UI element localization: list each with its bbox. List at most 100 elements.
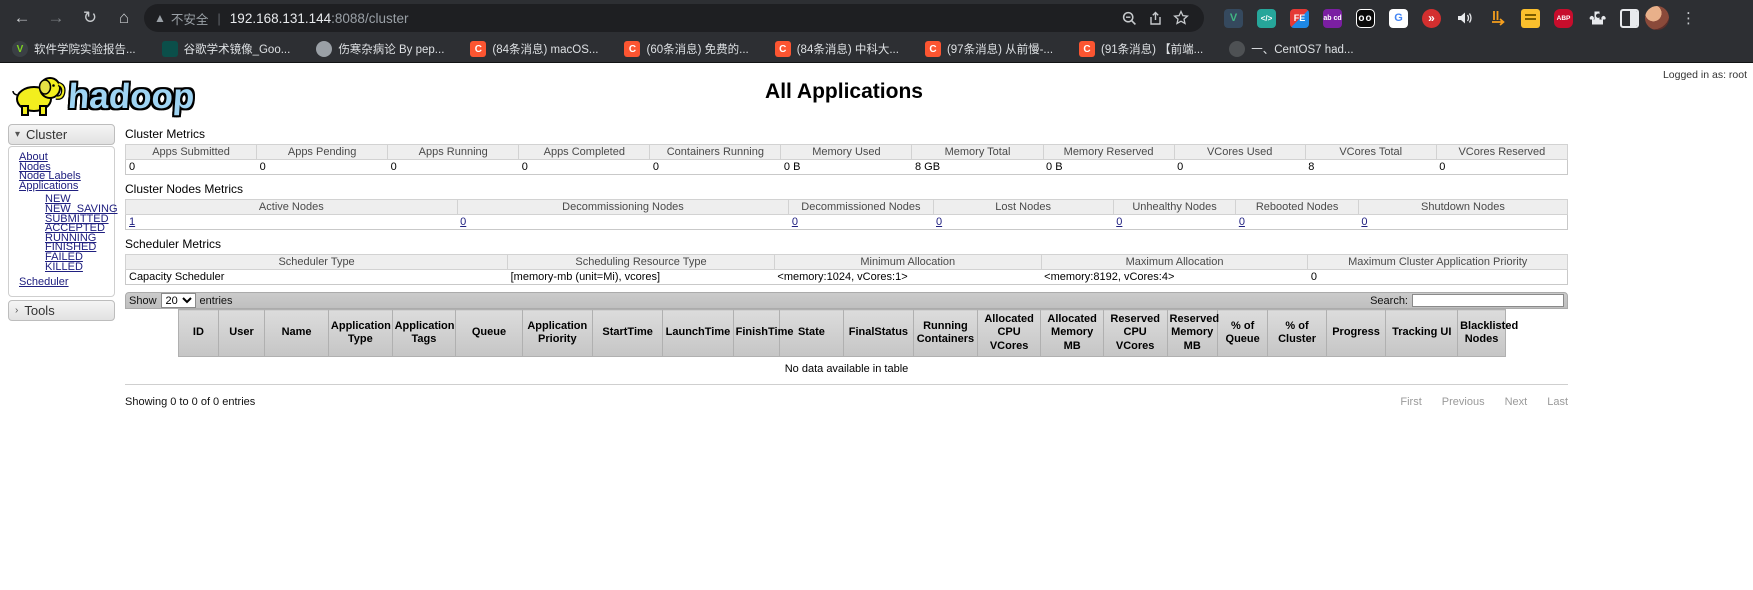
applications-table-wrap: IDUserNameApplication TypeApplication Ta… bbox=[178, 309, 1506, 357]
reload-icon[interactable]: ↻ bbox=[76, 4, 104, 32]
logged-in-as: Logged in as: root bbox=[1663, 69, 1747, 81]
contrast-extension-icon[interactable] bbox=[1620, 9, 1639, 28]
applications-column-header[interactable]: Reserved Memory MB bbox=[1167, 310, 1217, 357]
node-count-link[interactable]: 0 bbox=[792, 216, 798, 228]
node-count-link[interactable]: 0 bbox=[1239, 216, 1245, 228]
sidebar-link-scheduler[interactable]: Scheduler bbox=[19, 278, 110, 288]
profile-avatar[interactable] bbox=[1645, 6, 1669, 30]
applications-column-header[interactable]: Allocated Memory MB bbox=[1041, 310, 1103, 357]
vue-devtools-extension-icon[interactable]: V bbox=[1224, 9, 1243, 28]
page-size-select[interactable]: 20 bbox=[161, 293, 196, 308]
applications-column-header[interactable]: ID bbox=[179, 310, 219, 357]
metrics-header-cell: Scheduling Resource Type bbox=[508, 255, 775, 270]
metrics-value-cell: 0 bbox=[1308, 270, 1568, 285]
bookmark-item[interactable]: 谷歌学术镜像_Goo... bbox=[162, 41, 291, 57]
google-translate-extension-icon[interactable]: G bbox=[1389, 9, 1408, 28]
adblock-plus-extension-icon[interactable]: ABP bbox=[1554, 9, 1573, 28]
metrics-value-cell: 0 bbox=[126, 160, 257, 175]
applications-column-header[interactable]: StartTime bbox=[592, 310, 662, 357]
notes-extension-icon[interactable] bbox=[1521, 9, 1540, 28]
reader-arrow-extension-icon[interactable] bbox=[1488, 9, 1507, 28]
applications-column-header[interactable]: Allocated CPU VCores bbox=[977, 310, 1041, 357]
sidebar-app-state-link[interactable]: KILLED bbox=[45, 263, 110, 273]
node-count-link[interactable]: 1 bbox=[129, 216, 135, 228]
bookmark-item[interactable]: C (91条消息) 【前端... bbox=[1079, 41, 1203, 57]
bookmark-favicon: C bbox=[470, 41, 486, 57]
cluster-metrics-table: Apps SubmittedApps PendingApps RunningAp… bbox=[125, 144, 1568, 175]
node-count-link[interactable]: 0 bbox=[460, 216, 466, 228]
applications-column-header[interactable]: Progress bbox=[1326, 310, 1386, 357]
video-speed-extension-icon[interactable]: » bbox=[1422, 9, 1441, 28]
code-extension-icon[interactable]: </> bbox=[1257, 9, 1276, 28]
browser-chrome: ← → ↻ ⌂ ▲ 不安全 | 192.168.131.144 :8088/cl… bbox=[0, 0, 1753, 63]
node-count-link[interactable]: 0 bbox=[1361, 216, 1367, 228]
applications-column-header[interactable]: LaunchTime bbox=[663, 310, 733, 357]
word-grid-extension-icon[interactable]: ab cd bbox=[1323, 9, 1342, 28]
applications-column-header[interactable]: Reserved CPU VCores bbox=[1103, 310, 1167, 357]
back-icon[interactable]: ← bbox=[8, 4, 36, 32]
node-count-link[interactable]: 0 bbox=[1116, 216, 1122, 228]
bookmark-item[interactable]: 一、CentOS7 had... bbox=[1229, 41, 1353, 57]
applications-column-header[interactable]: FinalStatus bbox=[843, 310, 913, 357]
bookmark-item[interactable]: C (84条消息) macOS... bbox=[470, 41, 598, 57]
metrics-value-cell: 0 bbox=[1174, 160, 1305, 175]
home-icon[interactable]: ⌂ bbox=[110, 4, 138, 32]
scheduler-metrics-title: Scheduler Metrics bbox=[125, 237, 1568, 251]
not-secure-warning-icon[interactable]: ▲ bbox=[154, 11, 166, 25]
applications-column-header[interactable]: Application Tags bbox=[392, 310, 456, 357]
browser-menu-icon[interactable]: ⋮ bbox=[1675, 9, 1702, 27]
applications-column-header[interactable]: Name bbox=[265, 310, 329, 357]
metrics-value-cell: 8 bbox=[1305, 160, 1436, 175]
applications-column-header[interactable]: % of Cluster bbox=[1268, 310, 1326, 357]
cluster-nodes-metrics-table: Active NodesDecommissioning NodesDecommi… bbox=[125, 199, 1568, 230]
pagination-button[interactable]: Last bbox=[1547, 396, 1568, 408]
sidebar-section-tools[interactable]: › Tools bbox=[8, 300, 115, 321]
pagination-button[interactable]: Previous bbox=[1442, 396, 1485, 408]
metrics-value-cell: 1 bbox=[126, 215, 458, 230]
sidebar-section-cluster[interactable]: ▾ Cluster bbox=[8, 124, 115, 145]
metrics-value-cell: 8 GB bbox=[912, 160, 1043, 175]
share-icon[interactable] bbox=[1142, 5, 1168, 31]
metrics-header-cell: Memory Reserved bbox=[1043, 145, 1174, 160]
applications-column-header[interactable]: Running Containers bbox=[914, 310, 978, 357]
applications-column-header[interactable]: Application Priority bbox=[522, 310, 592, 357]
metrics-value-cell: 0 bbox=[388, 160, 519, 175]
bookmark-item[interactable]: 伤寒杂病论 By pep... bbox=[316, 41, 444, 57]
extensions-puzzle-icon[interactable] bbox=[1587, 9, 1606, 28]
metrics-header-cell: Memory Total bbox=[912, 145, 1043, 160]
applications-column-header[interactable]: User bbox=[218, 310, 264, 357]
pagination-button[interactable]: First bbox=[1400, 396, 1421, 408]
applications-column-header[interactable]: Application Type bbox=[328, 310, 392, 357]
forward-icon[interactable]: → bbox=[42, 4, 70, 32]
metrics-value-cell: 0 bbox=[257, 160, 388, 175]
applications-column-header[interactable]: Tracking UI bbox=[1386, 310, 1458, 357]
bookmark-favicon: C bbox=[1079, 41, 1095, 57]
bookmark-label: (60条消息) 免费的... bbox=[646, 41, 748, 57]
search-input[interactable] bbox=[1412, 294, 1564, 307]
volume-icon[interactable] bbox=[1455, 9, 1474, 28]
metrics-value-cell: 0 bbox=[457, 215, 789, 230]
bookmark-item[interactable]: C (60条消息) 免费的... bbox=[624, 41, 748, 57]
address-bar[interactable]: ▲ 不安全 | 192.168.131.144 :8088/cluster bbox=[144, 4, 1204, 32]
sidebar: ▾ Cluster AboutNodesNode LabelsApplicati… bbox=[8, 124, 115, 321]
metrics-value-cell: 0 B bbox=[781, 160, 912, 175]
zoom-out-icon[interactable] bbox=[1116, 5, 1142, 31]
applications-column-header[interactable]: FinishTime bbox=[733, 310, 779, 357]
applications-column-header[interactable]: Blacklisted Nodes bbox=[1458, 310, 1506, 357]
metrics-header-cell: Apps Submitted bbox=[126, 145, 257, 160]
fe-extension-icon[interactable]: FE bbox=[1290, 9, 1309, 28]
metrics-header-cell: Decommissioning Nodes bbox=[457, 200, 789, 215]
bookmark-item[interactable]: C (97条消息) 从前慢-... bbox=[925, 41, 1053, 57]
bookmark-label: 一、CentOS7 had... bbox=[1251, 41, 1353, 57]
bookmark-star-icon[interactable] bbox=[1168, 5, 1194, 31]
oo-extension-icon[interactable]: oo bbox=[1356, 9, 1375, 28]
bookmark-item[interactable]: C (84条消息) 中科大... bbox=[775, 41, 899, 57]
pagination-button[interactable]: Next bbox=[1505, 396, 1528, 408]
metrics-header-cell: Maximum Cluster Application Priority bbox=[1308, 255, 1568, 270]
sidebar-link[interactable]: Applications bbox=[19, 182, 110, 192]
metrics-value-cell: 0 bbox=[650, 160, 781, 175]
node-count-link[interactable]: 0 bbox=[936, 216, 942, 228]
applications-column-header[interactable]: % of Queue bbox=[1217, 310, 1267, 357]
bookmark-item[interactable]: V 软件学院实验报告... bbox=[12, 41, 136, 57]
applications-column-header[interactable]: Queue bbox=[456, 310, 522, 357]
